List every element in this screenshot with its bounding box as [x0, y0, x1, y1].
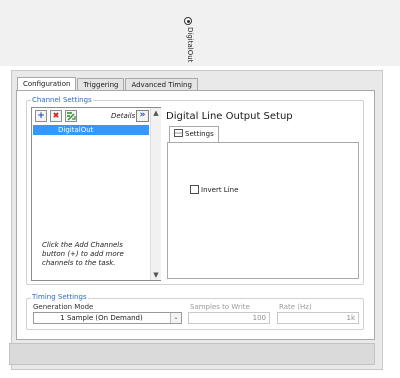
channel-toolbar: + ✖ Details »	[32, 108, 160, 124]
tab-bar: Configuration Triggering Advanced Timing	[17, 77, 199, 92]
settings-content	[167, 142, 359, 279]
setup-title: Digital Line Output Setup	[166, 111, 293, 122]
tab-settings-label: Settings	[185, 130, 214, 138]
timing-settings-title: Timing Settings	[31, 293, 88, 301]
scroll-up-icon[interactable]: ▲	[151, 108, 161, 118]
generation-mode-label: Generation Mode	[33, 303, 94, 311]
invert-line-checkbox[interactable]	[190, 185, 199, 194]
channel-settings-title: Channel Settings	[31, 96, 93, 104]
remove-channel-button[interactable]: ✖	[50, 110, 62, 122]
settings-icon	[174, 129, 183, 137]
block-diagram-area	[0, 0, 400, 66]
tab-settings[interactable]: Settings	[169, 126, 219, 143]
panel-footer	[9, 343, 375, 365]
list-item[interactable]: DigitalOut	[33, 125, 149, 135]
channel-list[interactable]: + ✖ Details » DigitalOut Click the Add C…	[31, 107, 161, 281]
rename-icon	[67, 112, 76, 121]
details-label: Details	[111, 112, 136, 120]
terminal-icon[interactable]	[184, 17, 192, 25]
generation-mode-select[interactable]: 1 Sample (On Demand) ⌄	[33, 312, 182, 324]
rate-field[interactable]: 1k	[277, 312, 359, 324]
samples-to-write-field[interactable]: 100	[188, 312, 270, 324]
list-scrollbar[interactable]: ▲ ▼	[150, 108, 161, 280]
generation-mode-value: 1 Sample (On Demand)	[60, 314, 143, 322]
rename-channel-button[interactable]	[65, 110, 77, 122]
add-channel-button[interactable]: +	[35, 110, 47, 122]
add-channels-hint: Click the Add Channels button (+) to add…	[42, 241, 124, 267]
rate-label: Rate (Hz)	[279, 303, 312, 311]
details-button[interactable]: »	[136, 110, 149, 122]
samples-to-write-label: Samples to Write	[190, 303, 250, 311]
chevron-down-icon[interactable]: ⌄	[170, 313, 181, 323]
terminal-label: DigitalOut	[186, 27, 194, 63]
invert-line-label: Invert Line	[201, 186, 239, 194]
scroll-down-icon[interactable]: ▼	[151, 270, 161, 280]
